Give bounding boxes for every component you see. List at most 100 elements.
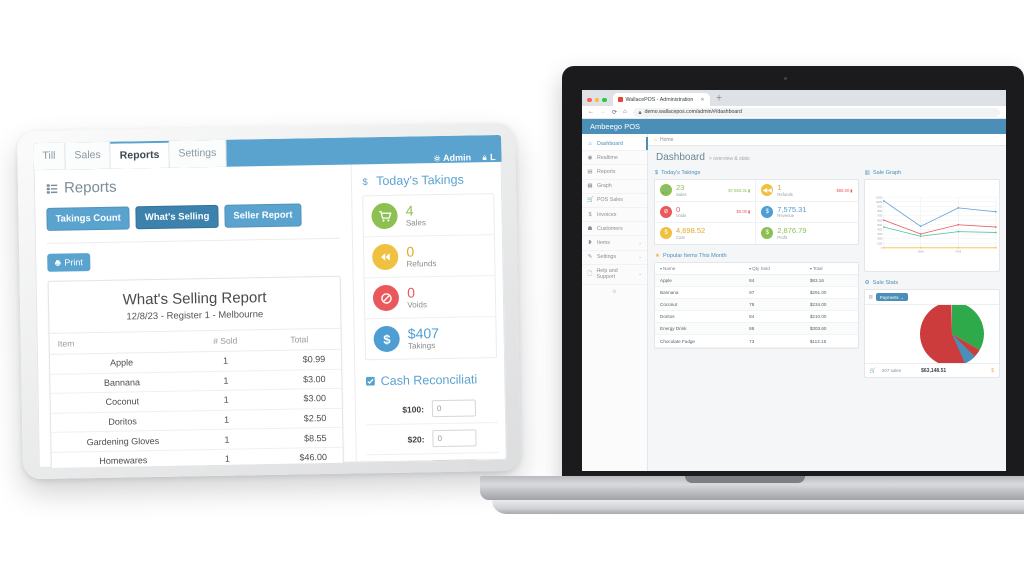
browser-tab[interactable]: WallacePOS - Administration ✕ <box>612 93 710 106</box>
browser-tab-strip: WallacePOS - Administration ✕ ＋ <box>582 90 1006 106</box>
app-body: ⌂ Dashboard ◉ Realtime ▤ Reports ▦ Graph… <box>582 134 1006 471</box>
popular-items-section: ★ Popular Items This Month ▾Name ▾Qty So… <box>654 251 859 349</box>
popular-table-header: ▾Name ▾Qty Sold ▾Total <box>655 262 858 275</box>
breadcrumb-home[interactable]: Home <box>660 137 673 143</box>
stat-value: 0 <box>676 204 681 214</box>
cart-icon: 🛒 <box>869 367 876 374</box>
logout-button[interactable]: L <box>481 152 496 162</box>
cell-qty: 88 <box>744 322 805 336</box>
dollar-icon: $ <box>761 205 774 218</box>
gear-icon <box>433 154 440 162</box>
admin-button[interactable]: Admin <box>433 152 471 163</box>
bar-chart-icon[interactable]: ▥ <box>869 294 873 300</box>
address-bar[interactable]: demo.wallacepos.com/admin/#/dashboard <box>632 107 1000 117</box>
sidebar-collapse-icon[interactable]: ⊙ <box>582 285 647 299</box>
cash-input-20[interactable]: 0 <box>432 429 477 448</box>
stat-label: Sales <box>676 191 687 197</box>
arrow-down-icon: ▮ <box>747 209 751 215</box>
pie-chart-svg <box>919 305 984 363</box>
col-total[interactable]: ▾Total <box>804 262 858 275</box>
maximize-icon[interactable] <box>602 97 607 102</box>
cell-sold: 1 <box>194 448 260 469</box>
printer-icon <box>54 259 61 266</box>
screenshot-stage: Till Sales Reports Settings Admin L Repo… <box>0 0 1024 576</box>
cart-icon: 🛒 <box>587 197 594 204</box>
col-qty[interactable]: ▾Qty Sold <box>744 262 805 275</box>
cell-qty: 84 <box>744 310 805 324</box>
cell-total: $210.00 <box>804 310 858 324</box>
window-controls <box>587 97 607 107</box>
sidebar-item-invoices[interactable]: $ Invoices <box>582 208 647 223</box>
cash-input-5[interactable]: 0 <box>432 459 478 469</box>
cash-denomination-label: $20: <box>407 433 425 445</box>
chevron-down-icon: ⌄ <box>900 294 905 300</box>
sale-stats-pie[interactable] <box>865 305 999 363</box>
popular-items-table: ▾Name ▾Qty Sold ▾Total Apple 84 $83.16 Ban… <box>655 262 858 348</box>
dollar-icon: $ <box>655 170 659 176</box>
tablet-main-column: Reports Takings Count What's Selling Sel… <box>33 164 358 469</box>
stat-value: 7,575.31 <box>777 204 807 214</box>
eye-icon: ◉ <box>587 154 593 161</box>
cell-name: Chocolate Fudge <box>655 334 745 348</box>
stat-sales: 4 Sales <box>363 194 494 238</box>
cell-name: Apple <box>655 274 745 287</box>
cash-row: $5: 0 <box>366 453 500 469</box>
tab-till[interactable]: Till <box>33 142 66 171</box>
svg-text:4000: 4000 <box>877 230 883 232</box>
col-total-label: Total <box>812 265 823 271</box>
table-row: Energy Drink 88 $303.60 <box>655 322 858 336</box>
stat-label: Voids <box>676 213 687 218</box>
stat-value: 2,876.79 <box>777 226 807 235</box>
cell-total: $0.99 <box>257 349 342 371</box>
page-title-text: Reports <box>63 178 117 197</box>
table-row: Bannana 97 $291.00 <box>655 286 858 299</box>
sidebar-item-label: Customers <box>597 225 623 232</box>
new-tab-icon[interactable]: ＋ <box>716 93 723 106</box>
tab-close-icon[interactable]: ✕ <box>700 97 704 103</box>
lock-icon <box>638 110 641 114</box>
page-title-text: Dashboard <box>656 152 705 163</box>
browser-toolbar: ← → ⟳ ⌂ demo.wallacepos.com/admin/#/dash… <box>582 106 1006 119</box>
sidebar-item-settings[interactable]: ✎ Settings ⌄ <box>582 251 647 265</box>
todays-takings-list: 4 Sales 0 Refunds 0 Voids $ $407 Takings <box>362 193 498 361</box>
sidebar-item-items[interactable]: ❥ Items ⌄ <box>582 236 647 251</box>
sidebar-item-help-and-support[interactable]: 🗋 Help and Support ⌄ <box>582 265 647 285</box>
minimize-icon[interactable] <box>594 97 599 102</box>
sidebar-item-reports[interactable]: ▤ Reports <box>582 165 647 180</box>
print-button[interactable]: Print <box>47 253 90 272</box>
user-icon: ☗ <box>587 225 593 232</box>
takings-stat-grid: 🛒 23 Sales $7,660.31 ▮ ◀◀ 1 Refunds $85.00 ▮ <box>654 179 859 245</box>
takings-count-button[interactable]: Takings Count <box>46 206 131 231</box>
seller-report-button[interactable]: Seller Report <box>224 203 302 228</box>
sidebar-item-graph[interactable]: ▦ Graph <box>582 180 647 194</box>
cash-input-100[interactable]: 0 <box>431 399 477 418</box>
sale-graph-panel[interactable]: 11000 10000 9000 8000 7000 6000 5000 4000 30… <box>863 179 1000 272</box>
payments-dropdown[interactable]: Payments ⌄ <box>875 293 909 301</box>
cell-qty: 78 <box>744 298 805 312</box>
stat-label: Refunds <box>406 258 437 269</box>
stat-label: Profit <box>777 234 788 240</box>
reload-icon[interactable]: ⟳ <box>612 109 617 116</box>
tab-settings[interactable]: Settings <box>169 139 227 168</box>
svg-text:6000: 6000 <box>877 220 883 222</box>
sidebar-item-customers[interactable]: ☗ Customers <box>582 222 647 237</box>
sale-graph-section: ▥ Sale Graph 11000 10000 9000 8000 7000 … <box>863 168 1000 272</box>
home-icon[interactable]: ⌂ <box>623 109 627 115</box>
cash-denomination-label: $5: <box>371 464 433 468</box>
tab-reports[interactable]: Reports <box>110 140 170 169</box>
arrow-left-icon[interactable]: ← <box>588 109 594 115</box>
dollar-icon: $ <box>363 176 369 187</box>
svg-text:0: 0 <box>881 248 883 250</box>
sidebar-item-dashboard[interactable]: ⌂ Dashboard <box>582 137 648 152</box>
sidebar-item-pos-sales[interactable]: 🛒 POS Sales <box>582 194 647 208</box>
sidebar-item-realtime[interactable]: ◉ Realtime <box>582 151 647 166</box>
close-icon[interactable] <box>587 97 592 102</box>
tab-sales[interactable]: Sales <box>65 141 111 170</box>
chevron-down-icon: ⌄ <box>638 271 642 277</box>
cart-icon <box>371 202 398 230</box>
tablet-body: Reports Takings Count What's Selling Sel… <box>33 162 507 469</box>
stat-delta: $7,660.31 ▮ <box>728 188 750 193</box>
whats-selling-button[interactable]: What's Selling <box>135 204 219 230</box>
col-name[interactable]: ▾Name <box>655 262 745 275</box>
arrow-right-icon[interactable]: → <box>600 109 606 115</box>
